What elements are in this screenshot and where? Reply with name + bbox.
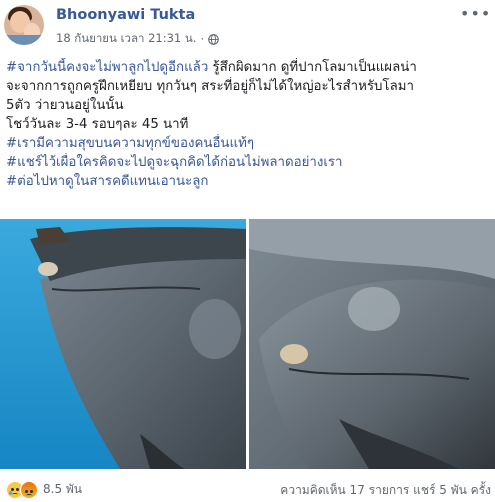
post-stats: ความคิดเห็น 17 รายการ แชร์ 5 พัน ครั้ง bbox=[280, 481, 491, 500]
post-footer: 8.5 พัน ความคิดเห็น 17 รายการ แชร์ 5 พัน… bbox=[0, 475, 495, 502]
dolphin-photo-left[interactable] bbox=[0, 219, 246, 469]
post-text-line: #เรามีความสุขบนความทุกข์ของคนอื่นแท้ๆ bbox=[6, 134, 492, 153]
reactions-summary[interactable]: 8.5 พัน bbox=[6, 480, 82, 499]
hashtag-link[interactable]: #จากวันนี้คงจะไม่พาลูกไปดูอีกแล้ว bbox=[6, 60, 208, 75]
author-name[interactable]: Bhoonyawi Tukta bbox=[56, 7, 195, 23]
hashtag-link[interactable]: #ต่อไปหาดูในสารคดีแทนเอานะลูก bbox=[6, 174, 208, 189]
post-text-line: #แชร์ไว้เผื่อใครคิดจะไปดูจะฉุกคิดได้ก่อน… bbox=[6, 153, 492, 172]
post-text-segment: โชว์วันละ 3-4 รอบๆละ 45 นาที bbox=[6, 117, 189, 132]
post-text-line: 5ตัว ว่ายวนอยู่ในนั้น bbox=[6, 96, 492, 115]
post-text-line: โชว์วันละ 3-4 รอบๆละ 45 นาที bbox=[6, 115, 492, 134]
post-timestamp[interactable]: 18 กันยายน เวลา 21:31 น. bbox=[56, 30, 196, 48]
more-options-icon[interactable]: ••• bbox=[460, 6, 490, 24]
share-count-link[interactable]: แชร์ 5 พัน ครั้ง bbox=[413, 483, 491, 497]
post-text-segment: 5ตัว ว่ายวนอยู่ในนั้น bbox=[6, 98, 124, 113]
reaction-count: 8.5 พัน bbox=[43, 482, 83, 496]
post-text-line: #จากวันนี้คงจะไม่พาลูกไปดูอีกแล้ว รู้สึก… bbox=[6, 58, 492, 77]
post-text-segment: รู้สึกผิดมาก ดูที่ปากโลมาเป็นแผลน่า bbox=[208, 60, 417, 75]
author-avatar[interactable] bbox=[4, 5, 44, 45]
globe-icon bbox=[208, 33, 219, 45]
post-meta: 18 กันยายน เวลา 21:31 น. · bbox=[56, 30, 219, 48]
dolphin-photo-right[interactable] bbox=[249, 219, 495, 469]
post-text-segment: จะจากการถูกครูฝึกเหยียบ ทุกวันๆ สระที่อย… bbox=[6, 79, 414, 94]
photo-grid bbox=[0, 219, 495, 469]
post-text-line: #ต่อไปหาดูในสารคดีแทนเอานะลูก bbox=[6, 172, 492, 191]
post-header: Bhoonyawi Tukta 18 กันยายน เวลา 21:31 น.… bbox=[0, 0, 495, 56]
post-text: #จากวันนี้คงจะไม่พาลูกไปดูอีกแล้ว รู้สึก… bbox=[6, 58, 492, 191]
hashtag-link[interactable]: #เรามีความสุขบนความทุกข์ของคนอื่นแท้ๆ bbox=[6, 136, 254, 151]
comment-count-link[interactable]: ความคิดเห็น 17 รายการ bbox=[280, 483, 409, 497]
hashtag-link[interactable]: #แชร์ไว้เผื่อใครคิดจะไปดูจะฉุกคิดได้ก่อน… bbox=[6, 155, 343, 170]
post-text-line: จะจากการถูกครูฝึกเหยียบ ทุกวันๆ สระที่อย… bbox=[6, 77, 492, 96]
angry-reaction-icon bbox=[20, 480, 38, 499]
